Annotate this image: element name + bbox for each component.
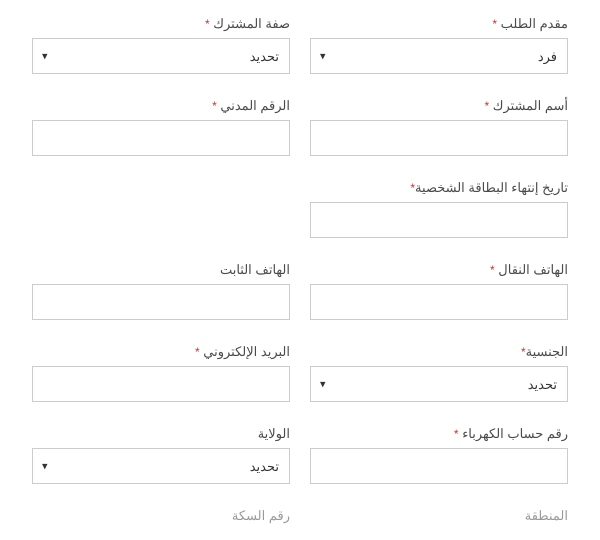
field-landline: الهاتف الثابت — [32, 262, 290, 320]
row-nat-email: الجنسية* تحديد ▾ البريد الإلكتروني * — [32, 344, 568, 402]
field-block-number: رقم السكة — [32, 508, 290, 524]
subscriber-form: مقدم الطلب * فرد ▾ صفة المشترك * تحديد ▾ — [32, 16, 568, 524]
row-applicant: مقدم الطلب * فرد ▾ صفة المشترك * تحديد ▾ — [32, 16, 568, 74]
label-block-number: رقم السكة — [232, 508, 290, 523]
row-name-civil: أسم المشترك * الرقم المدني * — [32, 98, 568, 156]
field-email: البريد الإلكتروني * — [32, 344, 290, 402]
field-wilayat: الولاية تحديد ▾ — [32, 426, 290, 484]
label-nationality: الجنسية* — [310, 344, 568, 360]
label-subscriber-capacity: صفة المشترك * — [32, 16, 290, 32]
input-civil-number[interactable] — [32, 120, 290, 156]
field-applicant-type: مقدم الطلب * فرد ▾ — [310, 16, 568, 74]
required-mark: * — [454, 427, 459, 441]
row-elec-wilayat: رقم حساب الكهرباء * الولاية تحديد ▾ — [32, 426, 568, 484]
field-area: المنطقة — [310, 508, 568, 524]
input-id-expiry[interactable] — [310, 202, 568, 238]
select-wilayat[interactable]: تحديد — [32, 448, 290, 484]
select-subscriber-capacity[interactable]: تحديد — [32, 38, 290, 74]
select-nationality[interactable]: تحديد — [310, 366, 568, 402]
field-civil-number: الرقم المدني * — [32, 98, 290, 156]
row-area-block: المنطقة رقم السكة — [32, 508, 568, 524]
required-mark: * — [195, 345, 200, 359]
label-subscriber-name: أسم المشترك * — [310, 98, 568, 114]
label-area: المنطقة — [525, 508, 568, 523]
field-id-expiry: تاريخ إنتهاء البطاقة الشخصية* — [310, 180, 568, 238]
required-mark: * — [212, 99, 217, 113]
input-email[interactable] — [32, 366, 290, 402]
input-landline[interactable] — [32, 284, 290, 320]
label-landline: الهاتف الثابت — [32, 262, 290, 278]
input-mobile[interactable] — [310, 284, 568, 320]
field-nationality: الجنسية* تحديد ▾ — [310, 344, 568, 402]
label-mobile: الهاتف النقال * — [310, 262, 568, 278]
label-applicant-type: مقدم الطلب * — [310, 16, 568, 32]
label-id-expiry: تاريخ إنتهاء البطاقة الشخصية* — [310, 180, 568, 196]
label-electricity-account: رقم حساب الكهرباء * — [310, 426, 568, 442]
input-subscriber-name[interactable] — [310, 120, 568, 156]
label-wilayat: الولاية — [32, 426, 290, 442]
input-electricity-account[interactable] — [310, 448, 568, 484]
select-applicant-type[interactable]: فرد — [310, 38, 568, 74]
row-phones: الهاتف النقال * الهاتف الثابت — [32, 262, 568, 320]
label-civil-number: الرقم المدني * — [32, 98, 290, 114]
required-mark: * — [205, 17, 210, 31]
required-mark: * — [492, 17, 497, 31]
label-email: البريد الإلكتروني * — [32, 344, 290, 360]
required-mark: * — [490, 263, 495, 277]
field-subscriber-name: أسم المشترك * — [310, 98, 568, 156]
field-electricity-account: رقم حساب الكهرباء * — [310, 426, 568, 484]
row-id-expiry: تاريخ إنتهاء البطاقة الشخصية* — [32, 180, 568, 238]
required-mark: * — [484, 99, 489, 113]
field-subscriber-capacity: صفة المشترك * تحديد ▾ — [32, 16, 290, 74]
field-mobile: الهاتف النقال * — [310, 262, 568, 320]
